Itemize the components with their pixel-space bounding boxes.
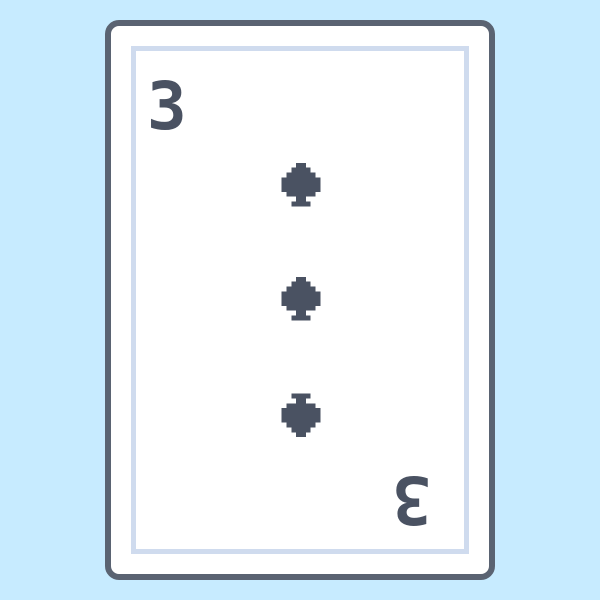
spade-icon [272,158,330,216]
spade-icon [272,272,330,330]
card-rank-top: 3 [147,68,187,145]
spade-icon [272,384,330,442]
game-background: 3 3 [0,0,600,600]
card-rank-bottom: 3 [392,461,432,538]
